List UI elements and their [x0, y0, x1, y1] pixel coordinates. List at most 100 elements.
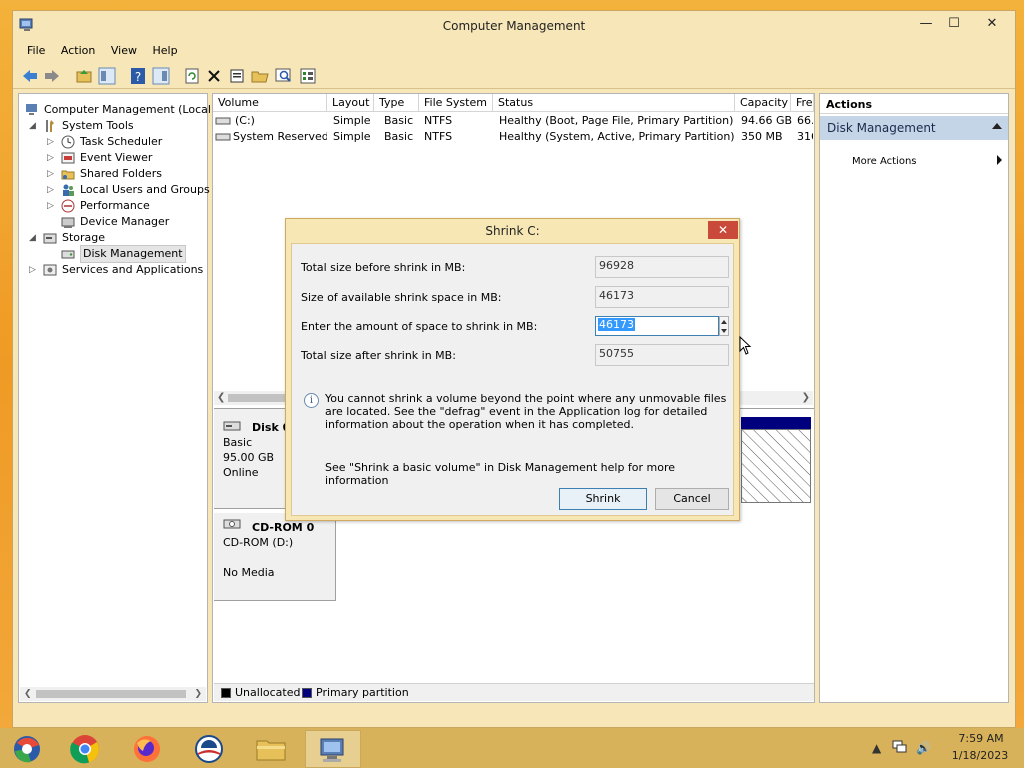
maximize-button[interactable]: ☐	[939, 13, 969, 35]
scroll-left-icon[interactable]: ❮	[24, 687, 32, 701]
taskbar-app-firefox[interactable]	[120, 730, 176, 768]
show-hidden-icons-icon[interactable]: ▲	[872, 741, 881, 755]
export-list-icon[interactable]	[299, 67, 317, 85]
tree-horizontal-scrollbar[interactable]: ❮ ❯	[20, 687, 206, 701]
actions-header: Actions	[820, 94, 1008, 114]
minimize-button[interactable]: —	[911, 13, 941, 35]
campaign-logo-icon	[195, 735, 223, 763]
expand-arrow-icon[interactable]: ▷	[29, 262, 39, 278]
back-icon[interactable]	[21, 67, 39, 85]
column-layout[interactable]: Layout	[327, 94, 374, 112]
refresh-icon[interactable]	[183, 67, 201, 85]
tree-label: Services and Applications	[62, 263, 204, 276]
cd-rom-name: CD-ROM 0	[252, 521, 315, 534]
expand-arrow-icon[interactable]: ▷	[47, 166, 57, 182]
scroll-right-icon[interactable]: ❯	[194, 687, 202, 701]
column-file-system[interactable]: File System	[419, 94, 493, 112]
disk-status: Online	[223, 466, 259, 479]
spin-up-icon[interactable]	[721, 320, 727, 324]
actions-section-disk-management[interactable]: Disk Management	[820, 116, 1008, 140]
menu-view[interactable]: View	[105, 41, 143, 60]
amount-input[interactable]: 46173	[595, 316, 719, 336]
cell-volume: (C:)	[235, 114, 255, 127]
amount-label: Enter the amount of space to shrink in M…	[301, 320, 538, 333]
scroll-right-icon[interactable]: ❯	[802, 391, 810, 405]
total-after-field: 50755	[595, 344, 729, 366]
column-type[interactable]: Type	[374, 94, 419, 112]
show-hide-action-pane-icon[interactable]	[152, 67, 170, 85]
delete-icon[interactable]	[205, 67, 223, 85]
clock-date[interactable]: 1/18/2023	[950, 749, 1010, 762]
taskbar-app-chrome[interactable]	[58, 730, 114, 768]
services-icon	[43, 264, 57, 276]
help-text: See "Shrink a basic volume" in Disk Mana…	[325, 461, 676, 487]
column-free[interactable]: Fre	[791, 94, 814, 112]
submenu-arrow-icon[interactable]	[997, 155, 1002, 165]
network-icon[interactable]	[892, 740, 908, 754]
forward-icon[interactable]	[43, 67, 61, 85]
scroll-left-icon[interactable]: ❮	[217, 391, 225, 405]
properties-icon[interactable]	[228, 67, 246, 85]
open-folder-icon[interactable]	[251, 67, 269, 85]
help-icon[interactable]: ?	[129, 67, 147, 85]
dialog-title: Shrink C:	[485, 224, 540, 238]
expand-arrow-icon[interactable]: ▷	[47, 150, 57, 166]
collapse-caret-icon[interactable]	[992, 123, 1002, 129]
device-manager-icon	[61, 217, 75, 228]
cell-file-system: NTFS	[424, 114, 453, 127]
cell-type: Basic	[384, 114, 414, 127]
cell-layout: Simple	[333, 114, 371, 127]
taskbar-app-computer-management[interactable]	[305, 730, 361, 768]
cell-volume: System Reserved	[233, 130, 327, 143]
search-icon[interactable]	[275, 67, 293, 85]
amount-spinner[interactable]	[719, 316, 729, 336]
cell-status: Healthy (System, Active, Primary Partiti…	[499, 130, 735, 143]
taskbar-app-obama[interactable]	[182, 730, 238, 768]
column-status[interactable]: Status	[493, 94, 735, 112]
spin-down-icon[interactable]	[721, 329, 727, 333]
scroll-thumb[interactable]	[228, 394, 288, 402]
disk-type: Basic	[223, 436, 253, 449]
shared-folder-icon	[61, 170, 75, 180]
up-folder-icon[interactable]	[75, 67, 93, 85]
legend-primary-partition: Primary partition	[316, 686, 409, 699]
title-bar[interactable]: Computer Management — ☐ ✕	[13, 11, 1015, 41]
taskbar-app-explorer[interactable]	[244, 730, 300, 768]
column-capacity[interactable]: Capacity	[735, 94, 791, 112]
expand-arrow-icon[interactable]: ▷	[47, 198, 57, 214]
c-partition[interactable]	[741, 417, 811, 503]
cd-rom-0-box[interactable]: CD-ROM 0 CD-ROM (D:) No Media	[214, 513, 336, 601]
actions-pane: Actions Disk Management More Actions	[819, 93, 1009, 703]
scroll-thumb[interactable]	[36, 690, 186, 698]
expand-arrow-icon[interactable]: ▷	[47, 134, 57, 150]
tree-label: System Tools	[62, 119, 134, 132]
storage-icon	[43, 233, 57, 244]
volume-icon[interactable]: 🔊	[916, 741, 931, 755]
cd-rom-icon	[223, 519, 241, 529]
total-before-label: Total size before shrink in MB:	[301, 261, 466, 274]
clock-time[interactable]: 7:59 AM	[955, 732, 1007, 745]
menu-file[interactable]: File	[21, 41, 51, 60]
shrink-button[interactable]: Shrink	[559, 488, 647, 510]
menu-action[interactable]: Action	[55, 41, 101, 60]
collapse-arrow-icon[interactable]: ◢	[29, 118, 39, 134]
show-hide-tree-icon[interactable]	[98, 67, 116, 85]
menu-help[interactable]: Help	[146, 41, 183, 60]
toolbar: ?	[13, 63, 1015, 89]
taskbar-app-media[interactable]	[0, 730, 56, 768]
collapse-arrow-icon[interactable]: ◢	[29, 230, 39, 246]
tree-label: Device Manager	[80, 215, 170, 228]
unallocated-swatch	[221, 688, 231, 698]
cancel-button[interactable]: Cancel	[655, 488, 729, 510]
partition-hatch	[741, 429, 811, 503]
close-button[interactable]: ✕	[971, 13, 1013, 35]
column-volume[interactable]: Volume	[213, 94, 327, 112]
tree-label: Task Scheduler	[80, 135, 163, 148]
total-after-label: Total size after shrink in MB:	[301, 349, 456, 362]
dialog-close-button[interactable]: ✕	[708, 221, 738, 239]
primary-partition-swatch	[302, 688, 312, 698]
event-viewer-icon	[61, 152, 75, 164]
expand-arrow-icon[interactable]: ▷	[47, 182, 57, 198]
more-actions-item[interactable]: More Actions	[852, 156, 917, 167]
tree-label: Event Viewer	[80, 151, 153, 164]
